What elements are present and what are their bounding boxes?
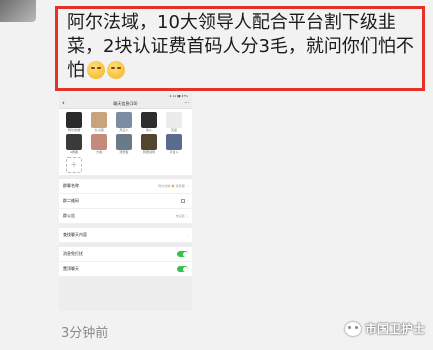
member-avatar bbox=[91, 112, 107, 128]
member-name: 阿尔法域 bbox=[67, 128, 80, 132]
settings-row-right: 未设置 › bbox=[176, 214, 188, 218]
settings-row[interactable]: 群聊名称 阿尔法域 🔥 领导群 › bbox=[59, 179, 192, 194]
member-name: A佩服 bbox=[69, 150, 79, 154]
member-name: 张老板 bbox=[119, 150, 129, 154]
member-name: 平台人 bbox=[169, 150, 179, 154]
member-avatar bbox=[66, 134, 82, 150]
member-name: 九人团 bbox=[94, 128, 104, 132]
member-grid: 阿尔法域 九人团 风云人 情人 天蓝 A佩服 大咖 张老板 阿里领导 平台人 + bbox=[59, 109, 192, 175]
nav-bar: ‹ 聊天信息(10) ··· bbox=[59, 99, 192, 109]
member-name: 天蓝 bbox=[170, 128, 177, 132]
member-avatar bbox=[91, 134, 107, 150]
member-item[interactable]: 天蓝 bbox=[164, 112, 184, 132]
member-item[interactable]: 阿尔法域 bbox=[64, 112, 84, 132]
post-highlight-box: 阿尔法域，10大领导人配合平台割下级韭菜，2块认证费首码人分3毛，就问你们怕不怕 bbox=[55, 6, 425, 91]
settings-row-label: 群二维码 bbox=[63, 198, 79, 203]
settings-row-right: › bbox=[179, 199, 188, 203]
settings-row-value: 未设置 bbox=[175, 214, 185, 218]
poster-avatar[interactable] bbox=[0, 0, 36, 22]
member-item[interactable]: A佩服 bbox=[64, 134, 84, 154]
laugh-cry-emoji-icon bbox=[107, 61, 125, 79]
member-avatar bbox=[141, 112, 157, 128]
settings-row-value: 阿尔法域 🔥 领导群 bbox=[158, 184, 185, 188]
settings-row[interactable]: 群二维码 › bbox=[59, 194, 192, 209]
plus-icon: + bbox=[66, 157, 82, 173]
laugh-cry-emoji-icon bbox=[87, 61, 105, 79]
settings-row-label: 群聊名称 bbox=[63, 183, 79, 188]
member-item[interactable]: 张老板 bbox=[114, 134, 134, 154]
member-item[interactable]: 情人 bbox=[139, 112, 159, 132]
settings-row-right: › bbox=[185, 233, 188, 237]
nav-title: 聊天信息(10) bbox=[113, 101, 138, 106]
watermark-text: 市国卫护士 bbox=[364, 322, 425, 336]
settings-row-right bbox=[177, 251, 188, 257]
member-avatar bbox=[116, 134, 132, 150]
toggle-switch[interactable] bbox=[177, 251, 188, 257]
more-icon: ··· bbox=[184, 100, 189, 106]
member-name: 风云人 bbox=[119, 128, 129, 132]
member-avatar bbox=[166, 134, 182, 150]
post-time: 3分钟前 bbox=[61, 326, 109, 341]
member-avatar bbox=[166, 112, 182, 128]
settings-row[interactable]: 消息免打扰 bbox=[59, 247, 192, 262]
watermark: 市国卫护士 bbox=[344, 320, 425, 337]
chevron-right-icon: › bbox=[186, 199, 188, 203]
settings-row-label: 置顶聊天 bbox=[63, 266, 79, 271]
chevron-right-icon: › bbox=[186, 184, 188, 188]
member-item[interactable]: 大咖 bbox=[89, 134, 109, 154]
member-item[interactable]: 九人团 bbox=[89, 112, 109, 132]
member-name: 情人 bbox=[145, 128, 152, 132]
settings-row-label: 群公告 bbox=[63, 213, 75, 218]
toggle-switch[interactable] bbox=[177, 266, 188, 272]
member-item[interactable]: 平台人 bbox=[164, 134, 184, 154]
member-item[interactable]: 阿里领导 bbox=[139, 134, 159, 154]
post-text: 阿尔法域，10大领导人配合平台割下级韭菜，2块认证费首码人分3毛，就问你们怕不怕 bbox=[67, 11, 422, 83]
chat-info-screenshot[interactable]: 4:11 ▮▮ 47% ‹ 聊天信息(10) ··· 阿尔法域 九人团 风云人 情人 天… bbox=[59, 93, 192, 311]
settings-row[interactable]: 查找聊天内容 › bbox=[59, 228, 192, 243]
settings-row-right bbox=[177, 266, 188, 272]
status-text: 4:11 ▮▮ 47% bbox=[169, 94, 188, 98]
member-avatar bbox=[141, 134, 157, 150]
qr-code-icon bbox=[180, 199, 185, 203]
add-member-button[interactable]: + bbox=[64, 156, 84, 173]
settings-row-label: 查找聊天内容 bbox=[63, 232, 87, 237]
wechat-logo-icon bbox=[344, 321, 361, 336]
settings-row[interactable]: 群公告 未设置 › bbox=[59, 209, 192, 224]
settings-row-right: 阿尔法域 🔥 领导群 › bbox=[158, 184, 188, 188]
settings-list: 群聊名称 阿尔法域 🔥 领导群 › 群二维码 › 群公告 未设置 › 查找聊天内容 › 消息免打扰置… bbox=[59, 179, 192, 277]
chevron-right-icon: › bbox=[186, 214, 188, 218]
settings-row-label: 消息免打扰 bbox=[63, 251, 83, 256]
member-avatar bbox=[66, 112, 82, 128]
member-name: 阿里领导 bbox=[142, 150, 155, 154]
member-item[interactable]: 风云人 bbox=[114, 112, 134, 132]
member-name: 大咖 bbox=[95, 150, 102, 154]
chevron-right-icon: › bbox=[186, 233, 188, 237]
settings-row[interactable]: 置顶聊天 bbox=[59, 262, 192, 277]
member-avatar bbox=[116, 112, 132, 128]
